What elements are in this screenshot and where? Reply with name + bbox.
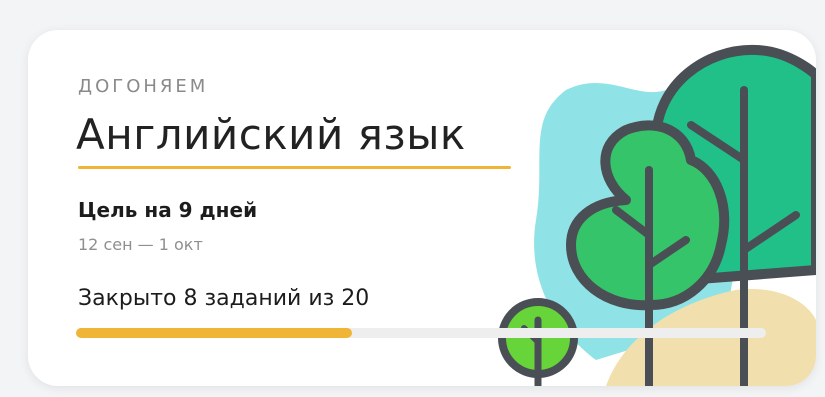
goal-dates: 12 сен — 1 окт (78, 235, 203, 254)
card-eyebrow: ДОГОНЯЕМ (78, 76, 209, 97)
progress-bar (76, 328, 766, 338)
course-card[interactable]: ДОГОНЯЕМ Английский язык Цель на 9 дней … (28, 30, 816, 386)
course-title: Английский язык (76, 110, 466, 159)
goal-label: Цель на 9 дней (78, 198, 258, 222)
progress-label: Закрыто 8 заданий из 20 (78, 286, 370, 311)
title-underline (78, 166, 511, 169)
progress-bar-fill (76, 328, 352, 338)
